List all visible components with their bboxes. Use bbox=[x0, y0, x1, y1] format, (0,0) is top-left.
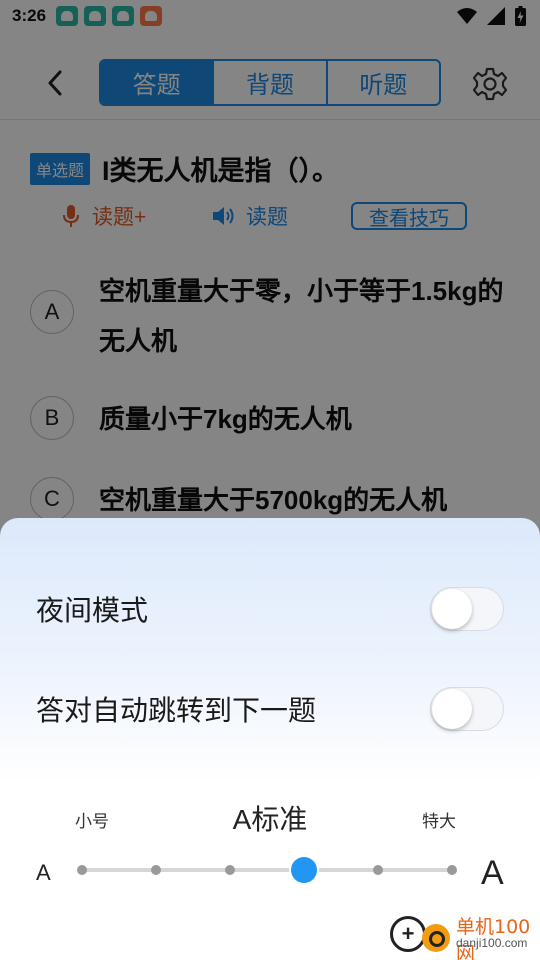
watermark-logo: + bbox=[390, 916, 426, 952]
toggle-knob bbox=[432, 689, 472, 729]
font-size-current-label: A标准 bbox=[232, 804, 308, 835]
font-size-step-dot[interactable] bbox=[151, 865, 161, 875]
watermark-url: danji100.com bbox=[456, 936, 528, 950]
font-size-step-dot[interactable] bbox=[225, 865, 235, 875]
font-size-step-dot[interactable] bbox=[447, 865, 457, 875]
app-screen: 3:26 答题 背题 听题 单选题 I类无人机是指（）。 读题+ 读题 查看技巧… bbox=[0, 0, 540, 960]
font-size-step-dot[interactable] bbox=[373, 865, 383, 875]
watermark-logo-mark bbox=[422, 924, 450, 952]
settings-bottom-sheet: 夜间模式 答对自动跳转到下一题 小号 特大 A标准 A A + 单机100网 d… bbox=[0, 518, 540, 960]
watermark: + 单机100网 danji100.com bbox=[390, 910, 540, 960]
auto-next-row: 答对自动跳转到下一题 bbox=[36, 684, 504, 734]
night-mode-row: 夜间模式 bbox=[36, 584, 504, 634]
font-size-slider[interactable] bbox=[77, 857, 457, 883]
night-mode-toggle[interactable] bbox=[430, 587, 504, 631]
toggle-knob bbox=[432, 589, 472, 629]
font-size-step-dot[interactable] bbox=[77, 865, 87, 875]
night-mode-label: 夜间模式 bbox=[36, 595, 149, 626]
font-size-slider-thumb[interactable] bbox=[291, 857, 317, 883]
font-size-large-glyph: A bbox=[481, 854, 504, 892]
auto-next-label: 答对自动跳转到下一题 bbox=[36, 695, 317, 726]
font-size-small-glyph: A bbox=[36, 860, 51, 885]
auto-next-toggle[interactable] bbox=[430, 687, 504, 731]
